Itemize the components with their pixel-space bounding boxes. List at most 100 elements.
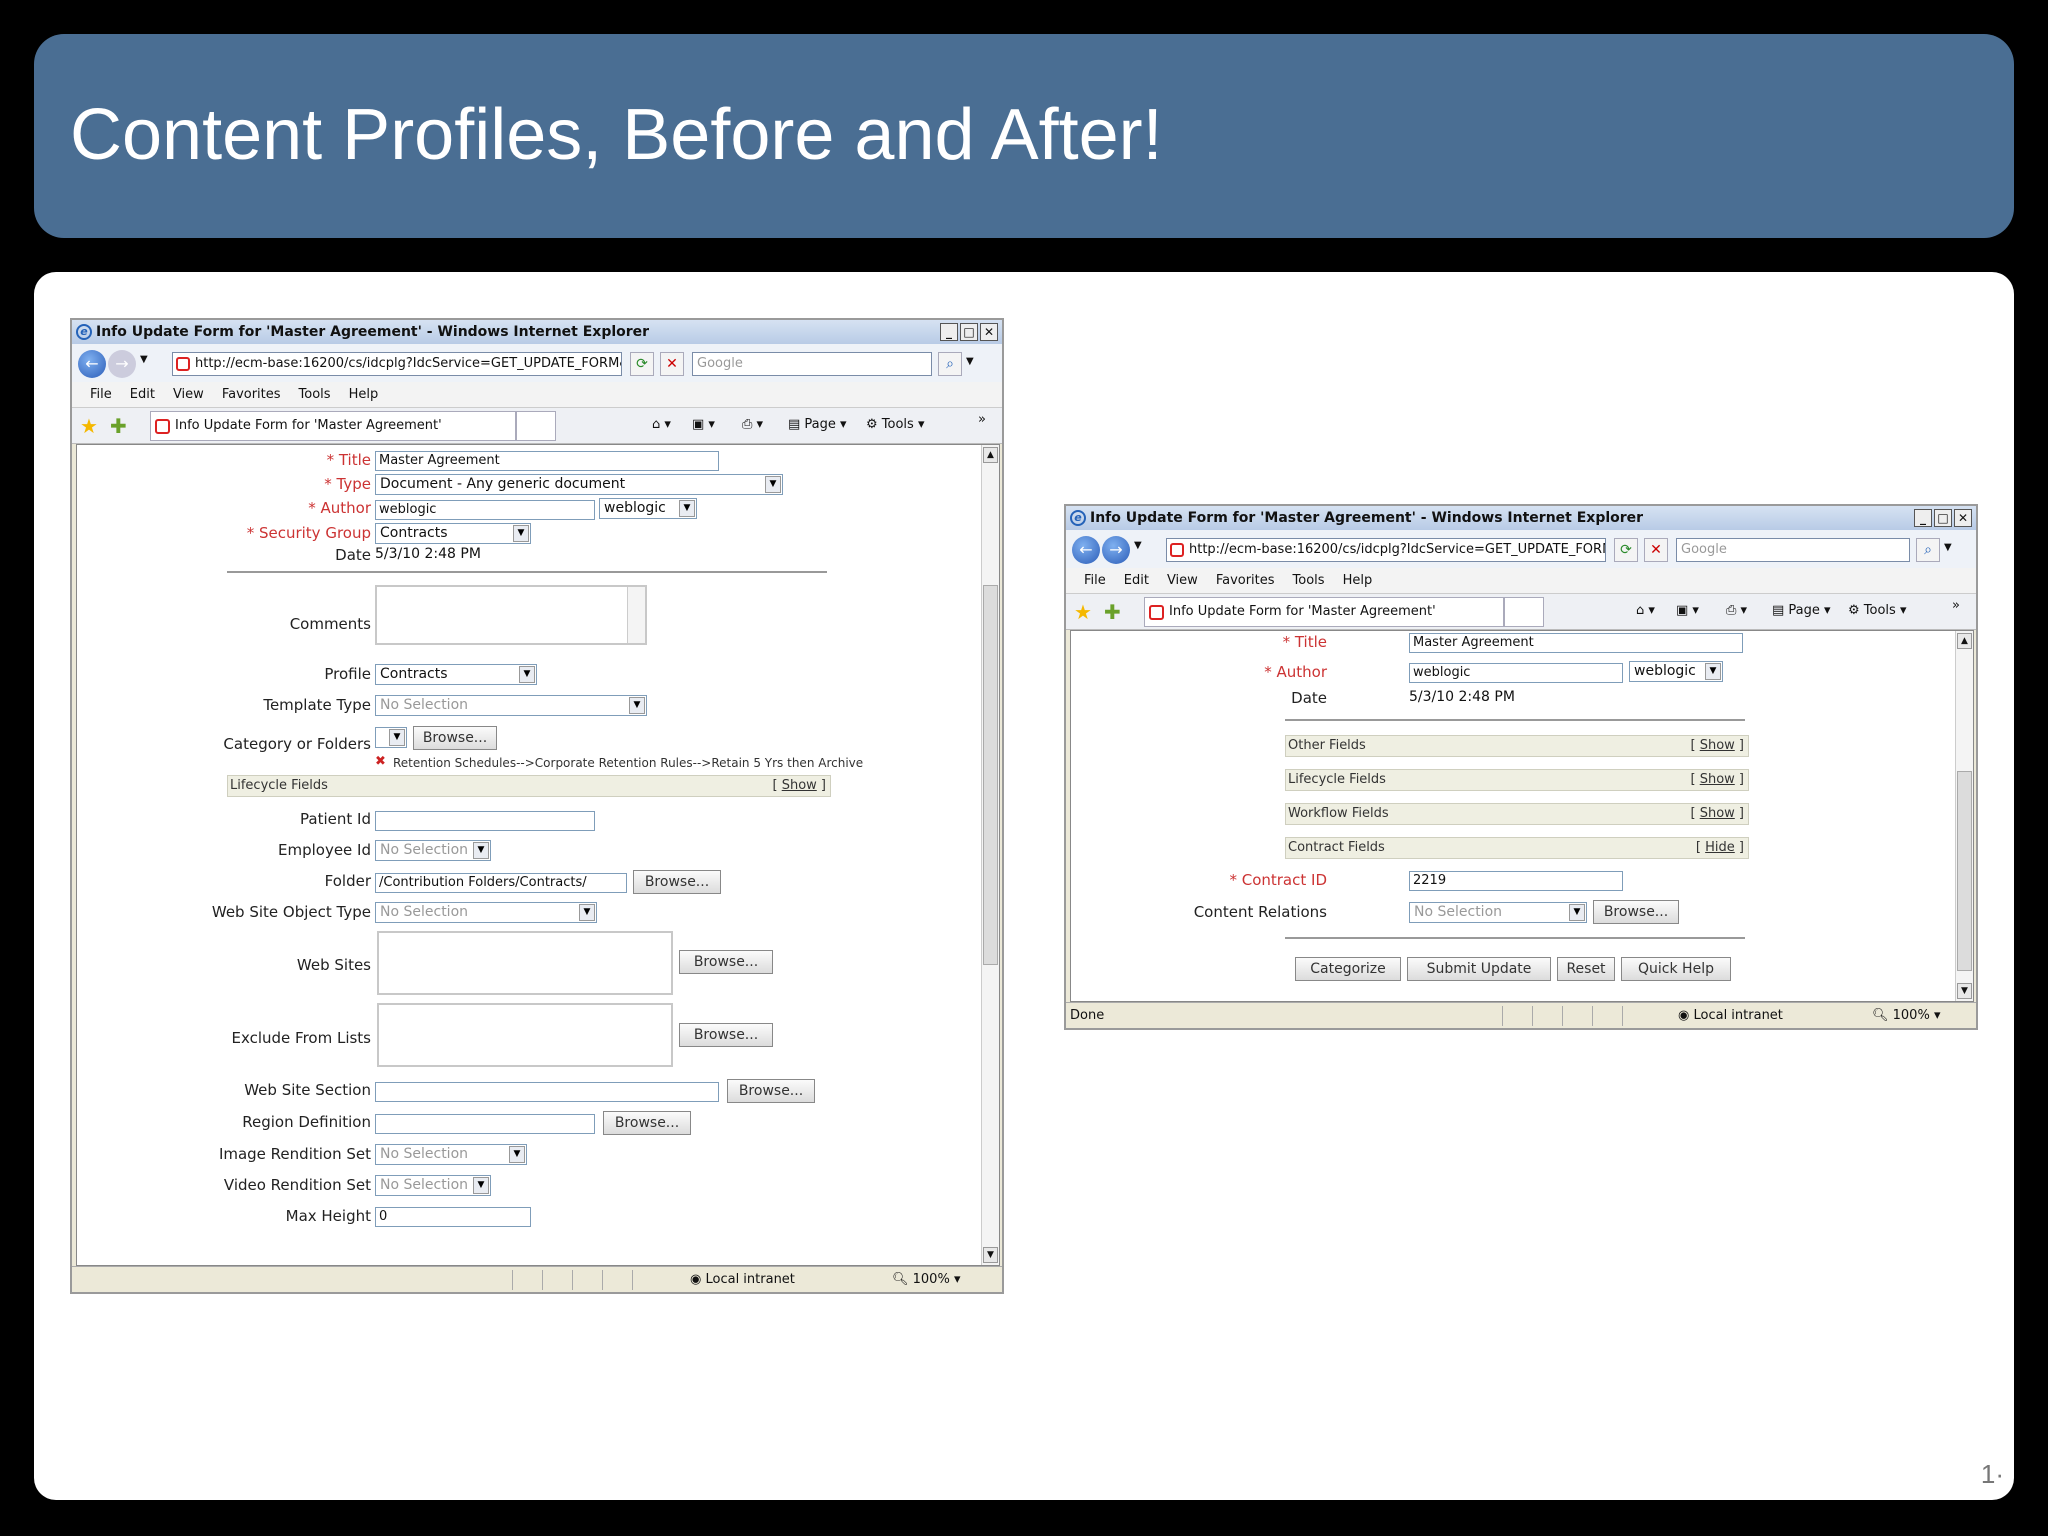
history-dropdown-icon[interactable]: ▼ — [140, 354, 148, 365]
menu-favorites[interactable]: Favorites — [1216, 573, 1275, 588]
search-options-icon[interactable]: ▼ — [1944, 542, 1952, 553]
search-options-icon[interactable]: ▼ — [966, 356, 974, 367]
maximize-icon[interactable]: □ — [960, 323, 978, 341]
author-select[interactable]: weblogic ▼ — [1629, 661, 1723, 682]
vertical-scrollbar[interactable]: ▲ ▼ — [981, 445, 999, 1265]
menu-view[interactable]: View — [173, 387, 204, 402]
refresh-icon[interactable]: ⟳ — [1614, 538, 1638, 562]
folder-browse-button[interactable]: Browse... — [633, 870, 721, 894]
show-workflow-link[interactable]: [ Show ] — [1690, 804, 1744, 824]
stop-icon[interactable]: ✕ — [1644, 538, 1668, 562]
print-icon[interactable]: ⎙ ▾ — [1726, 603, 1747, 618]
quick-help-button[interactable]: Quick Help — [1621, 957, 1731, 981]
menu-file[interactable]: File — [90, 387, 112, 402]
scroll-down-icon[interactable]: ▼ — [983, 1247, 998, 1263]
content-relations-select[interactable]: No Selection ▼ — [1409, 902, 1587, 923]
search-icon[interactable]: ⌕ — [1916, 538, 1940, 562]
title-field[interactable]: Master Agreement — [1409, 633, 1743, 653]
region-definition-field[interactable] — [375, 1114, 595, 1134]
author-select[interactable]: weblogic ▼ — [599, 498, 697, 519]
relations-browse-button[interactable]: Browse... — [1593, 900, 1679, 924]
tools-menu[interactable]: ⚙ Tools ▾ — [1848, 603, 1907, 618]
url-field[interactable]: http://ecm-base:16200/cs/idcplg?IdcServi… — [1166, 538, 1606, 562]
page-menu[interactable]: ▤ Page ▾ — [1772, 603, 1831, 618]
menu-edit[interactable]: Edit — [1124, 573, 1149, 588]
categorize-button[interactable]: Categorize — [1295, 957, 1401, 981]
category-select[interactable]: ▼ — [375, 727, 407, 748]
exclude-browse-button[interactable]: Browse... — [679, 1023, 773, 1047]
comments-textarea[interactable] — [375, 585, 647, 645]
feeds-icon[interactable]: ▣ ▾ — [692, 417, 715, 432]
employee-id-select[interactable]: No Selection ▼ — [375, 840, 491, 861]
contract-id-field[interactable]: 2219 — [1409, 871, 1623, 891]
scroll-down-icon[interactable]: ▼ — [1957, 983, 1972, 999]
browser-tab[interactable]: Info Update Form for 'Master Agreement' — [1144, 597, 1504, 627]
back-icon[interactable]: ← — [78, 350, 106, 378]
new-tab-button[interactable] — [1504, 597, 1544, 627]
folder-field[interactable]: /Contribution Folders/Contracts/ — [375, 873, 627, 893]
more-icon[interactable]: » — [978, 412, 986, 427]
close-icon[interactable]: ✕ — [1954, 509, 1972, 527]
profile-select[interactable]: Contracts ▼ — [375, 664, 537, 685]
favorites-star-icon[interactable]: ★ — [1074, 600, 1092, 624]
exclude-from-lists-list[interactable] — [377, 1003, 673, 1067]
forward-icon[interactable]: → — [1102, 536, 1130, 564]
zoom-control[interactable]: 🔍︎ 100% ▾ — [1872, 1003, 1940, 1028]
close-icon[interactable]: ✕ — [980, 323, 998, 341]
web-site-section-field[interactable] — [375, 1082, 719, 1102]
security-group-select[interactable]: Contracts ▼ — [375, 523, 531, 544]
menu-help[interactable]: Help — [349, 387, 379, 402]
web-site-object-type-select[interactable]: No Selection ▼ — [375, 902, 597, 923]
menu-view[interactable]: View — [1167, 573, 1198, 588]
scroll-thumb[interactable] — [1957, 771, 1972, 971]
menu-file[interactable]: File — [1084, 573, 1106, 588]
web-sites-browse-button[interactable]: Browse... — [679, 950, 773, 974]
browser-tab[interactable]: Info Update Form for 'Master Agreement' — [150, 411, 516, 441]
web-sites-list[interactable] — [377, 931, 673, 995]
zoom-control[interactable]: 🔍︎ 100% ▾ — [892, 1267, 960, 1292]
region-browse-button[interactable]: Browse... — [603, 1111, 691, 1135]
search-input[interactable]: Google — [692, 352, 932, 376]
show-other-link[interactable]: [ Show ] — [1690, 736, 1744, 756]
add-favorite-icon[interactable]: ✚ — [110, 414, 127, 438]
maximize-icon[interactable]: □ — [1934, 509, 1952, 527]
tools-menu[interactable]: ⚙ Tools ▾ — [866, 417, 925, 432]
menu-favorites[interactable]: Favorites — [222, 387, 281, 402]
scroll-thumb[interactable] — [983, 585, 998, 965]
menu-tools[interactable]: Tools — [1293, 573, 1325, 588]
image-rendition-select[interactable]: No Selection ▼ — [375, 1144, 527, 1165]
history-dropdown-icon[interactable]: ▼ — [1134, 540, 1142, 551]
reset-button[interactable]: Reset — [1557, 957, 1615, 981]
menu-help[interactable]: Help — [1343, 573, 1373, 588]
category-browse-button[interactable]: Browse... — [413, 726, 497, 750]
print-icon[interactable]: ⎙ ▾ — [742, 417, 763, 432]
menu-edit[interactable]: Edit — [130, 387, 155, 402]
refresh-icon[interactable]: ⟳ — [630, 352, 654, 376]
add-favorite-icon[interactable]: ✚ — [1104, 600, 1121, 624]
new-tab-button[interactable] — [516, 411, 556, 441]
author-field[interactable]: weblogic — [1409, 663, 1623, 683]
show-lifecycle-link[interactable]: [ Show ] — [772, 776, 826, 796]
show-lifecycle-link[interactable]: [ Show ] — [1690, 770, 1744, 790]
stop-icon[interactable]: ✕ — [660, 352, 684, 376]
back-icon[interactable]: ← — [1072, 536, 1100, 564]
forward-icon[interactable]: → — [108, 350, 136, 378]
patient-id-field[interactable] — [375, 811, 595, 831]
author-field[interactable]: weblogic — [375, 500, 595, 520]
more-icon[interactable]: » — [1952, 598, 1960, 613]
textarea-scrollbar[interactable] — [627, 587, 645, 643]
search-input[interactable]: Google — [1676, 538, 1910, 562]
scroll-up-icon[interactable]: ▲ — [983, 447, 998, 463]
menu-tools[interactable]: Tools — [299, 387, 331, 402]
search-icon[interactable]: ⌕ — [938, 352, 962, 376]
page-menu[interactable]: ▤ Page ▾ — [788, 417, 847, 432]
title-field[interactable]: Master Agreement — [375, 451, 719, 471]
video-rendition-select[interactable]: No Selection ▼ — [375, 1175, 491, 1196]
max-height-field[interactable]: 0 — [375, 1207, 531, 1227]
home-icon[interactable]: ⌂ ▾ — [652, 417, 671, 432]
home-icon[interactable]: ⌂ ▾ — [1636, 603, 1655, 618]
hide-contract-link[interactable]: [ Hide ] — [1696, 838, 1744, 858]
minimize-icon[interactable]: _ — [940, 323, 958, 341]
type-select[interactable]: Document - Any generic document ▼ — [375, 474, 783, 495]
template-type-select[interactable]: No Selection ▼ — [375, 695, 647, 716]
